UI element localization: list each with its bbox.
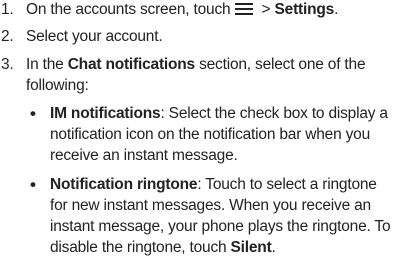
settings-label: Settings [274, 1, 335, 18]
bullet-text-line: receive an instant message. [50, 147, 238, 164]
bullet-icon: • [30, 104, 36, 123]
bullet-text-line: notification icon on the notification ba… [50, 126, 371, 143]
step-text-end: . [334, 1, 339, 18]
step-text-post: section, select one of the [194, 56, 366, 73]
menu-icon [235, 3, 254, 15]
step-number: 1. [1, 1, 14, 18]
bullet-icon: • [30, 175, 36, 194]
im-notifications-label: IM notifications [50, 105, 161, 122]
bullet-text: IM notifications: Select the check box t… [50, 104, 388, 124]
bullet-text-pre: disable the ringtone, touch [50, 239, 231, 256]
silent-label: Silent [230, 239, 272, 256]
step-text: In the Chat notifications section, selec… [26, 55, 366, 75]
bullet-text-line: : Select the check box to display a [160, 105, 388, 122]
step-text-pre: On the accounts screen, touch [26, 1, 231, 18]
step-text-pre: In the [26, 56, 68, 73]
step-number: 3. [1, 56, 14, 73]
step-text: On the accounts screen, touch > Settings… [26, 0, 338, 20]
notification-ringtone-label: Notification ringtone [50, 176, 198, 193]
bullet-text: Notification ringtone: Touch to select a… [50, 175, 377, 195]
bullet-text-line: instant message, your phone plays the ri… [50, 218, 391, 235]
step-number: 2. [1, 28, 14, 45]
step-text: Select your account. [26, 28, 163, 45]
bullet-text-line: disable the ringtone, touch Silent. [50, 238, 276, 258]
bullet-text-end: . [271, 239, 276, 256]
step-text-post: > [257, 1, 275, 18]
bullet-text-line: : Touch to select a ringtone [197, 176, 377, 193]
step-text: following: [26, 77, 89, 94]
chat-notifications-label: Chat notifications [67, 56, 195, 73]
bullet-text-line: for new instant messages. When you recei… [50, 197, 371, 214]
